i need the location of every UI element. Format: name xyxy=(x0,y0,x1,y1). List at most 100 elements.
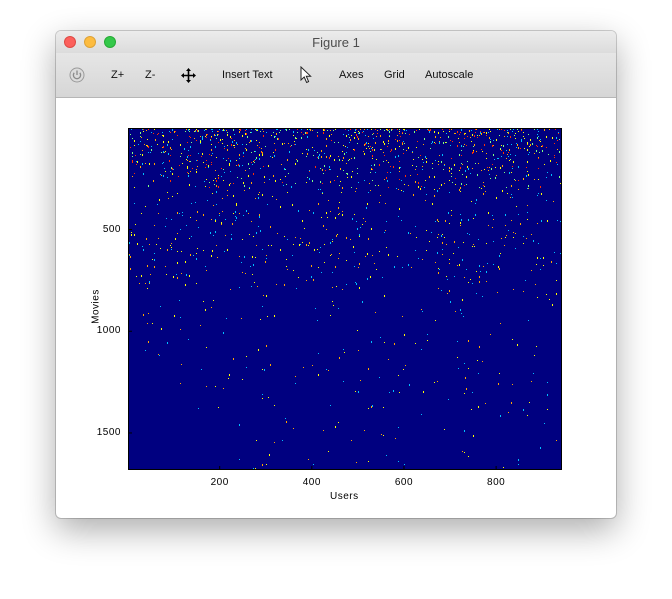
heatmap-cell xyxy=(505,225,506,226)
heatmap-cell xyxy=(152,323,153,324)
heatmap-cell xyxy=(188,175,189,177)
heatmap-cell xyxy=(274,143,275,144)
heatmap-cell xyxy=(400,136,401,137)
heatmap-cell xyxy=(281,164,282,165)
zoom-in-button[interactable]: Z+ xyxy=(111,69,124,81)
heatmap-cell xyxy=(296,138,297,139)
heatmap-cell xyxy=(254,162,255,163)
heatmap-cell xyxy=(163,146,164,148)
heatmap-cell xyxy=(394,343,395,345)
heatmap-cell xyxy=(357,330,358,331)
heatmap-cell xyxy=(372,255,373,256)
pointer-arrow-icon[interactable] xyxy=(300,66,312,84)
heatmap-cell xyxy=(535,284,536,285)
heatmap-cell xyxy=(387,129,388,131)
heatmap-cell xyxy=(486,158,487,159)
heatmap-cell xyxy=(280,130,281,131)
heatmap-cell xyxy=(251,221,252,222)
heatmap-cell xyxy=(354,214,355,215)
heatmap-cell xyxy=(556,137,557,139)
heatmap-cell xyxy=(180,156,181,157)
window-title: Figure 1 xyxy=(312,35,360,50)
reset-icon[interactable] xyxy=(69,67,85,83)
heatmap-cell xyxy=(441,161,442,163)
heatmap-cell xyxy=(376,159,377,160)
heatmap-cell xyxy=(457,357,458,358)
heatmap-cell xyxy=(158,213,159,214)
heatmap-cell xyxy=(329,135,330,137)
heatmap-cell xyxy=(464,393,465,394)
heatmap-cell xyxy=(508,132,509,134)
pan-arrows-icon[interactable] xyxy=(180,67,197,84)
heatmap-cell xyxy=(379,377,380,378)
heatmap-cell xyxy=(148,185,149,187)
heatmap-cell xyxy=(466,184,467,185)
heatmap-cell xyxy=(277,233,278,234)
heatmap-cell xyxy=(470,279,471,280)
heatmap-cell xyxy=(398,461,399,462)
heatmap-cell xyxy=(342,211,343,212)
heatmap-cell xyxy=(485,191,486,192)
heatmap-cell xyxy=(503,145,504,147)
heatmap-cell xyxy=(140,154,141,155)
heatmap-cell xyxy=(527,171,528,172)
heatmap-cell xyxy=(437,237,438,238)
heatmap-cell xyxy=(165,171,166,172)
heatmap-cell xyxy=(264,176,265,178)
heatmap-cell xyxy=(280,249,281,251)
heatmap-cell xyxy=(222,211,223,212)
heatmap-cell xyxy=(384,342,385,343)
heatmap-cell xyxy=(136,164,137,165)
heatmap-cell xyxy=(290,146,291,147)
axes-button[interactable]: Axes xyxy=(339,69,363,81)
heatmap-cell xyxy=(192,168,193,169)
heatmap-cell xyxy=(557,140,558,141)
heatmap-cell xyxy=(206,386,207,387)
heatmap-cell xyxy=(434,131,435,133)
heatmap-cell xyxy=(505,214,506,216)
heatmap-cell xyxy=(168,153,169,155)
heatmap-cell xyxy=(390,172,391,173)
heatmap-cell xyxy=(476,151,477,152)
heatmap-cell xyxy=(263,131,264,132)
heatmap-cell xyxy=(347,173,348,175)
heatmap-cell xyxy=(240,129,241,131)
heatmap-cell xyxy=(219,215,220,216)
heatmap-cell xyxy=(422,166,423,167)
heatmap-cell xyxy=(507,132,508,133)
heatmap-cell xyxy=(313,464,314,465)
heatmap-cell xyxy=(211,164,212,165)
heatmap-cell xyxy=(202,153,203,155)
heatmap-cell xyxy=(458,138,459,139)
heatmap-cell xyxy=(235,211,236,213)
heatmap-cell xyxy=(343,145,344,146)
heatmap-cell xyxy=(130,134,131,135)
heatmap-cell xyxy=(313,155,314,156)
heatmap-plot[interactable] xyxy=(128,128,562,470)
heatmap-cell xyxy=(477,137,478,138)
heatmap-cell xyxy=(557,164,558,165)
heatmap-cell xyxy=(399,133,400,134)
heatmap-cell xyxy=(501,145,502,146)
heatmap-cell xyxy=(414,131,415,133)
heatmap-cell xyxy=(399,208,400,210)
heatmap-cell xyxy=(172,129,173,131)
heatmap-cell xyxy=(455,311,456,312)
heatmap-cell xyxy=(263,135,264,137)
heatmap-cell xyxy=(394,266,395,268)
heatmap-cell xyxy=(308,245,309,246)
heatmap-cell xyxy=(163,151,164,153)
autoscale-button[interactable]: Autoscale xyxy=(425,69,473,81)
zoom-out-button[interactable]: Z- xyxy=(145,69,155,81)
heatmap-cell xyxy=(466,269,467,270)
heatmap-cell xyxy=(217,257,218,258)
heatmap-cell xyxy=(292,255,293,256)
insert-text-button[interactable]: Insert Text xyxy=(222,69,273,81)
heatmap-cell xyxy=(422,169,423,170)
title-bar[interactable]: Figure 1 xyxy=(56,31,616,53)
heatmap-cell xyxy=(415,226,416,227)
grid-button[interactable]: Grid xyxy=(384,69,405,81)
heatmap-cell xyxy=(176,274,177,275)
heatmap-cell xyxy=(324,165,325,167)
heatmap-cell xyxy=(395,156,396,158)
